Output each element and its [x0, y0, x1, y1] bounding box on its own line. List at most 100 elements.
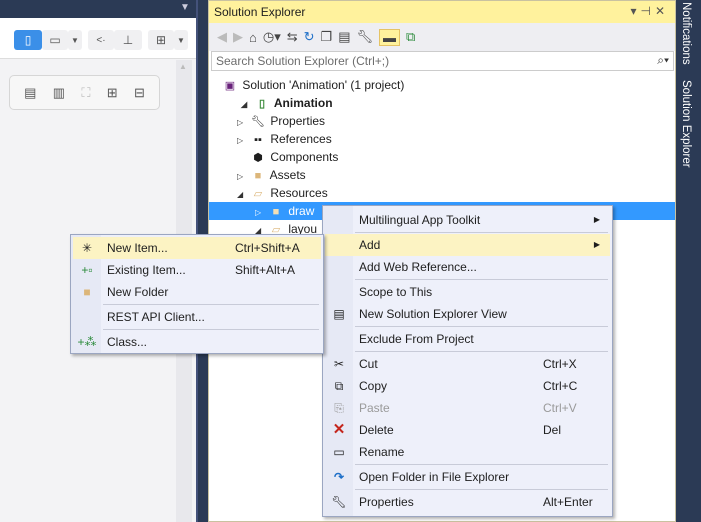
zoom-out-icon[interactable]: ⊟	[134, 85, 145, 101]
submenu-arrow-icon: ▶	[593, 215, 600, 224]
shortcut-label: Ctrl+V	[543, 401, 577, 415]
dropdown-icon[interactable]: ▼	[174, 30, 188, 50]
tree-label: Resources	[270, 186, 328, 200]
menu-item-cut[interactable]: ✂ Cut Ctrl+X	[325, 353, 610, 375]
preview-icon[interactable]: ▬	[379, 28, 401, 46]
menu-item-add[interactable]: Add ▶	[325, 234, 610, 256]
pin-icon[interactable]: ⊣	[640, 4, 654, 18]
scissors-icon: ✂	[333, 357, 345, 371]
sync-icon[interactable]: ⇆	[287, 29, 298, 45]
refresh-icon[interactable]: ↻	[304, 29, 315, 45]
designer-toolbar: ▯ ▭ ▼ <· ⊥ ⊞ ▼	[0, 18, 196, 59]
menu-item-rename[interactable]: ▭ Rename	[325, 441, 610, 463]
zoom-in-icon[interactable]: ⊞	[107, 85, 118, 101]
menu-item-label: Scope to This	[359, 285, 433, 299]
shortcut-label: Del	[543, 423, 562, 437]
menu-separator	[355, 489, 608, 490]
tree-item-assets[interactable]: ▷ ■ Assets	[237, 166, 306, 184]
panel-title: Solution Explorer	[214, 5, 306, 19]
menu-separator	[355, 326, 608, 327]
tablet-icon[interactable]: ▭	[42, 30, 68, 50]
menu-item-rest-api-client[interactable]: REST API Client...	[73, 306, 321, 328]
menu-item-class[interactable]: +⁂ Class...	[73, 331, 321, 353]
menu-item-new-item[interactable]: ✳︎ New Item... Ctrl+Shift+A	[73, 237, 321, 259]
menu-separator	[103, 304, 319, 305]
tree-item-resources[interactable]: ◢ ▱ Resources	[237, 184, 328, 202]
back-icon[interactable]: <·	[88, 30, 114, 50]
menu-item-properties[interactable]: 🔧︎ Properties Alt+Enter	[325, 491, 610, 513]
tree-item-references[interactable]: ▷ ▪▪ References	[237, 130, 332, 148]
menu-item-add-web-reference[interactable]: Add Web Reference...	[325, 256, 610, 278]
class-diagram-icon[interactable]: ⧉	[406, 29, 415, 45]
side-tab-notifications[interactable]: Notifications	[680, 2, 692, 65]
menu-item-scope-to-this[interactable]: Scope to This	[325, 281, 610, 303]
history-icon[interactable]: ◷▾	[263, 29, 281, 45]
shortcut-label: Alt+Enter	[543, 495, 593, 509]
solution-explorer-toolbar: ◀ ▶ ⌂ ◷▾ ⇆ ↻ ❐ ▤ 🔧︎ ▬ ⧉	[209, 23, 675, 51]
menu-item-label: Delete	[359, 423, 394, 437]
tree-label: Components	[270, 150, 339, 164]
tree-label: Assets	[269, 168, 306, 182]
menu-item-label: Open Folder in File Explorer	[359, 470, 510, 484]
grid-icon[interactable]: ⊞	[148, 30, 174, 50]
new-folder-icon: ■	[83, 285, 91, 299]
paste-icon: ⎘	[334, 401, 344, 415]
menu-item-label: Class...	[107, 335, 148, 349]
back-icon[interactable]: ◀	[217, 29, 227, 45]
tree-item-solution[interactable]: ▣ Solution 'Animation' (1 project)	[221, 76, 405, 94]
home-icon[interactable]: ⌂	[249, 30, 257, 45]
collapse-all-icon[interactable]: ❐	[321, 29, 333, 45]
menu-separator	[355, 464, 608, 465]
menu-item-open-folder[interactable]: ↷ Open Folder in File Explorer	[325, 466, 610, 488]
tree-label: Solution 'Animation' (1 project)	[242, 78, 405, 92]
layout-icon[interactable]: ▤	[24, 85, 36, 101]
menu-separator	[355, 351, 608, 352]
phone-icon[interactable]: ▯	[14, 30, 42, 50]
panel-title-bar: Solution Explorer ▾⊣✕	[209, 1, 675, 23]
folder-icon: ■	[272, 206, 280, 218]
search-input[interactable]: Search Solution Explorer (Ctrl+;) ⌕▾	[211, 51, 674, 71]
wrench-icon: 🔧︎	[331, 495, 347, 509]
menu-item-existing-item[interactable]: +▫ Existing Item... Shift+Alt+A	[73, 259, 321, 281]
tree-item-project[interactable]: ◢ ▯ Animation	[241, 94, 333, 112]
chart-icon[interactable]: ▥	[53, 85, 65, 101]
show-all-files-icon[interactable]: ▤	[338, 29, 350, 45]
tree-label: draw	[288, 204, 315, 218]
menu-item-label: Multilingual App Toolkit	[359, 213, 481, 227]
menu-item-label: Add	[359, 238, 381, 252]
menu-item-multilingual-app-toolkit[interactable]: Multilingual App Toolkit ▶	[325, 209, 610, 231]
menu-item-new-folder[interactable]: ■ New Folder	[73, 281, 321, 303]
menu-item-copy[interactable]: ⧉ Copy Ctrl+C	[325, 375, 610, 397]
menu-item-label: REST API Client...	[107, 310, 205, 324]
collapsed-icon[interactable]: ▷	[237, 132, 249, 150]
fit-icon[interactable]: ⛶	[81, 85, 90, 101]
forward-icon[interactable]: ▶	[233, 29, 243, 45]
properties-icon[interactable]: 🔧︎	[357, 29, 374, 45]
menu-item-delete[interactable]: ✕ Delete Del	[325, 419, 610, 441]
search-icon[interactable]: ⌕▾	[657, 53, 669, 68]
shortcut-label: Ctrl+X	[543, 357, 577, 371]
menu-separator	[103, 329, 319, 330]
zoom-controls: ▤ ▥ ⛶ ⊞ ⊟	[9, 75, 160, 110]
submenu-arrow-icon: ▶	[593, 240, 600, 249]
copy-icon: ⧉	[334, 379, 344, 393]
menu-item-paste[interactable]: ⎘ Paste Ctrl+V	[325, 397, 610, 419]
dropdown-icon[interactable]: ▼	[68, 30, 82, 50]
side-tab-solution-explorer[interactable]: Solution Explorer	[680, 80, 692, 168]
tree-item-components[interactable]: ⬢ Components	[249, 148, 338, 166]
brush-icon[interactable]: ⊥	[114, 30, 142, 50]
menu-item-label: Exclude From Project	[359, 332, 474, 346]
dropdown-icon[interactable]: ▼	[180, 2, 190, 13]
component-icon: ⬢	[253, 152, 263, 164]
context-menu: Multilingual App Toolkit ▶ Add ▶ Add Web R…	[322, 205, 613, 517]
dropdown-icon[interactable]: ▾	[630, 4, 640, 18]
menu-item-label: Existing Item...	[107, 263, 186, 277]
references-icon: ▪▪	[254, 134, 262, 146]
menu-item-label: New Solution Explorer View	[359, 307, 507, 321]
menu-item-label: Properties	[359, 495, 414, 509]
tree-item-properties[interactable]: ▷ 🔧︎ Properties	[237, 112, 325, 130]
menu-item-exclude-from-project[interactable]: Exclude From Project	[325, 328, 610, 350]
close-icon[interactable]: ✕	[655, 4, 669, 18]
wrench-icon: 🔧︎	[251, 116, 265, 128]
menu-item-new-solution-explorer-view[interactable]: ▤ New Solution Explorer View	[325, 303, 610, 325]
